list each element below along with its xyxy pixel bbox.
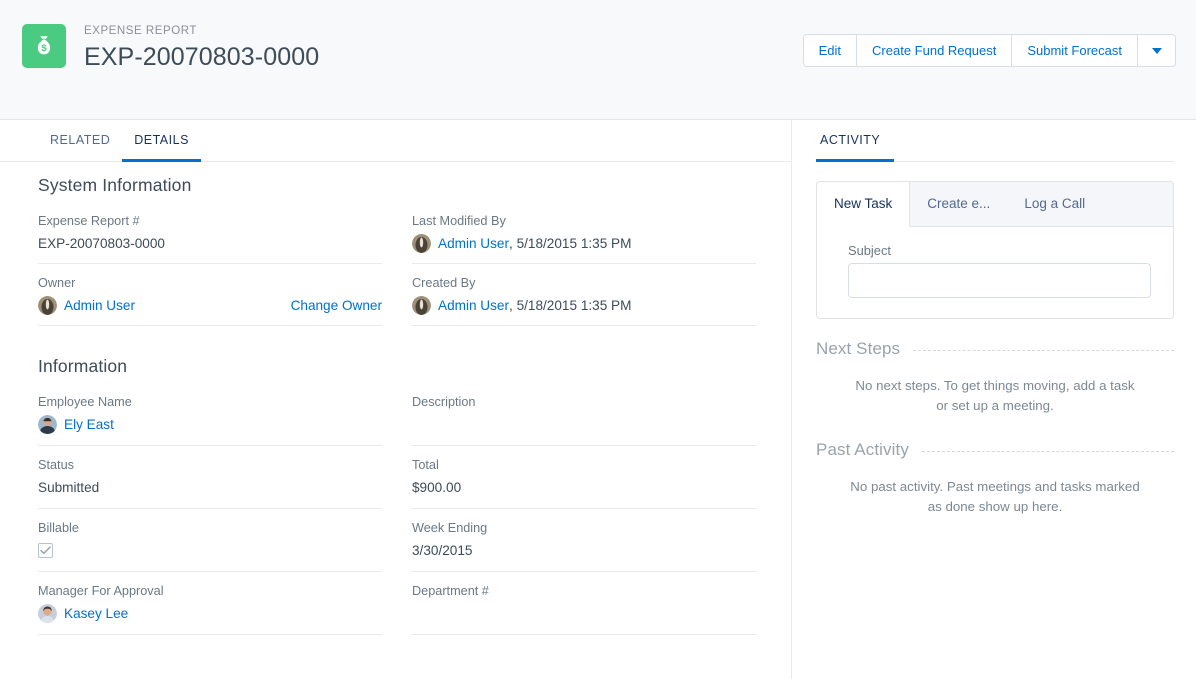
field-value <box>38 540 382 561</box>
page-title: EXP-20070803-0000 <box>84 43 320 71</box>
field-last-modified-by: Last Modified By Admin User , 5/18/2015 … <box>412 202 756 264</box>
composer-tab-log-a-call[interactable]: Log a Call <box>1007 182 1102 226</box>
next-steps-heading: Next Steps <box>816 339 1174 359</box>
chevron-down-icon <box>1151 47 1162 54</box>
more-actions-button[interactable] <box>1138 35 1175 66</box>
system-information-fields: Expense Report # EXP-20070803-0000 Owner… <box>0 202 791 326</box>
details-panel: RELATED DETAILS System Information Expen… <box>0 120 792 679</box>
composer-body: Subject <box>817 227 1173 318</box>
tab-details[interactable]: DETAILS <box>122 133 201 162</box>
field-created-by: Created By Admin User , 5/18/2015 1:35 P… <box>412 264 756 326</box>
divider <box>913 350 1174 351</box>
employee-name-link[interactable]: Ely East <box>64 414 114 435</box>
ely-east-avatar <box>38 415 57 434</box>
field-value: EXP-20070803-0000 <box>38 236 165 251</box>
field-label: Manager For Approval <box>38 584 164 598</box>
field-expense-report-number: Expense Report # EXP-20070803-0000 <box>38 202 382 264</box>
create-fund-request-button[interactable]: Create Fund Request <box>857 35 1013 66</box>
composer-tab-create-email[interactable]: Create e... <box>910 182 1007 226</box>
divider <box>921 451 1174 452</box>
field-value: Admin User , 5/18/2015 1:35 PM <box>412 233 756 254</box>
tab-activity[interactable]: ACTIVITY <box>816 133 895 162</box>
field-value: $900.00 <box>412 480 462 495</box>
subject-label: Subject <box>848 243 891 258</box>
field-department-number: Department # <box>412 572 756 635</box>
last-modified-date: , 5/18/2015 1:35 PM <box>509 236 632 251</box>
admin-user-avatar <box>412 234 431 253</box>
field-value: 3/30/2015 <box>412 543 473 558</box>
system-information-right-column: Last Modified By Admin User , 5/18/2015 … <box>412 202 756 326</box>
header-titles: EXPENSE REPORT EXP-20070803-0000 <box>84 22 319 73</box>
field-value: Admin User <box>38 295 135 316</box>
information-heading: Information <box>38 356 128 376</box>
past-activity-heading: Past Activity <box>816 440 1174 460</box>
field-value: Admin User , 5/18/2015 1:35 PM <box>412 295 756 316</box>
next-steps-title: Next Steps <box>816 339 901 358</box>
field-label: Billable <box>38 521 79 535</box>
system-information-heading: System Information <box>38 175 192 195</box>
composer-tabs: New Task Create e... Log a Call <box>817 182 1173 227</box>
field-manager-for-approval: Manager For Approval Kasey Lee <box>38 572 382 635</box>
field-label: Total <box>412 458 439 472</box>
past-activity-title: Past Activity <box>816 440 909 459</box>
money-bag-icon: $ <box>22 24 66 68</box>
field-value <box>412 414 756 435</box>
field-value: Ely East <box>38 414 382 435</box>
field-owner-row: Admin User Change Owner <box>38 295 382 316</box>
field-label: Week Ending <box>412 521 488 535</box>
field-label: Last Modified By <box>412 214 506 228</box>
created-date: , 5/18/2015 1:35 PM <box>509 298 632 313</box>
field-label: Created By <box>412 276 476 290</box>
kasey-lee-avatar <box>38 604 57 623</box>
last-modified-by-link[interactable]: Admin User <box>438 233 509 254</box>
field-status: Status Submitted <box>38 446 382 509</box>
manager-for-approval-link[interactable]: Kasey Lee <box>64 603 128 624</box>
field-description: Description <box>412 383 756 446</box>
activity-tabs: ACTIVITY <box>816 120 1174 162</box>
field-owner: Owner Admin User Change Owner <box>38 264 382 326</box>
status-badge: Submitted <box>38 480 100 495</box>
field-week-ending: Week Ending 3/30/2015 <box>412 509 756 572</box>
owner-link[interactable]: Admin User <box>64 295 135 316</box>
composer-tab-new-task[interactable]: New Task <box>817 182 911 227</box>
information-left-column: Employee Name Ely East Status Submitted … <box>38 383 382 635</box>
submit-forecast-button[interactable]: Submit Forecast <box>1012 35 1138 66</box>
svg-text:$: $ <box>41 43 47 54</box>
activity-composer: New Task Create e... Log a Call Subject <box>816 181 1174 319</box>
activity-panel: ACTIVITY New Task Create e... Log a Call… <box>792 120 1196 679</box>
past-activity-empty-message: No past activity. Past meetings and task… <box>850 479 1140 514</box>
created-by-link[interactable]: Admin User <box>438 295 509 316</box>
edit-button[interactable]: Edit <box>803 35 858 66</box>
admin-user-avatar <box>412 296 431 315</box>
subject-input[interactable] <box>848 263 1151 298</box>
field-value <box>412 603 756 624</box>
record-tabs: RELATED DETAILS <box>0 120 791 162</box>
check-icon <box>40 546 51 555</box>
next-steps-empty-message: No next steps. To get things moving, add… <box>855 378 1135 413</box>
body-container: RELATED DETAILS System Information Expen… <box>0 120 1196 679</box>
change-owner-link[interactable]: Change Owner <box>291 298 382 313</box>
field-billable: Billable <box>38 509 382 572</box>
field-label: Description <box>412 395 476 409</box>
field-employee-name: Employee Name Ely East <box>38 383 382 446</box>
field-label: Expense Report # <box>38 214 140 228</box>
page-header: $ EXPENSE REPORT EXP-20070803-0000 Edit … <box>0 0 1196 120</box>
field-total: Total $900.00 <box>412 446 756 509</box>
billable-checkbox[interactable] <box>38 543 53 558</box>
field-label: Status <box>38 458 74 472</box>
information-fields: Employee Name Ely East Status Submitted … <box>0 383 791 635</box>
system-information-left-column: Expense Report # EXP-20070803-0000 Owner… <box>38 202 382 326</box>
field-label: Department # <box>412 584 489 598</box>
admin-user-avatar <box>38 296 57 315</box>
record-type-label: EXPENSE REPORT <box>84 25 197 37</box>
field-label: Owner <box>38 276 76 290</box>
tab-related[interactable]: RELATED <box>38 133 122 162</box>
field-label: Employee Name <box>38 395 132 409</box>
field-value: Kasey Lee <box>38 603 382 624</box>
information-right-column: Description Total $900.00 Week Ending 3/… <box>412 383 756 635</box>
header-action-buttons: Edit Create Fund Request Submit Forecast <box>802 34 1176 67</box>
